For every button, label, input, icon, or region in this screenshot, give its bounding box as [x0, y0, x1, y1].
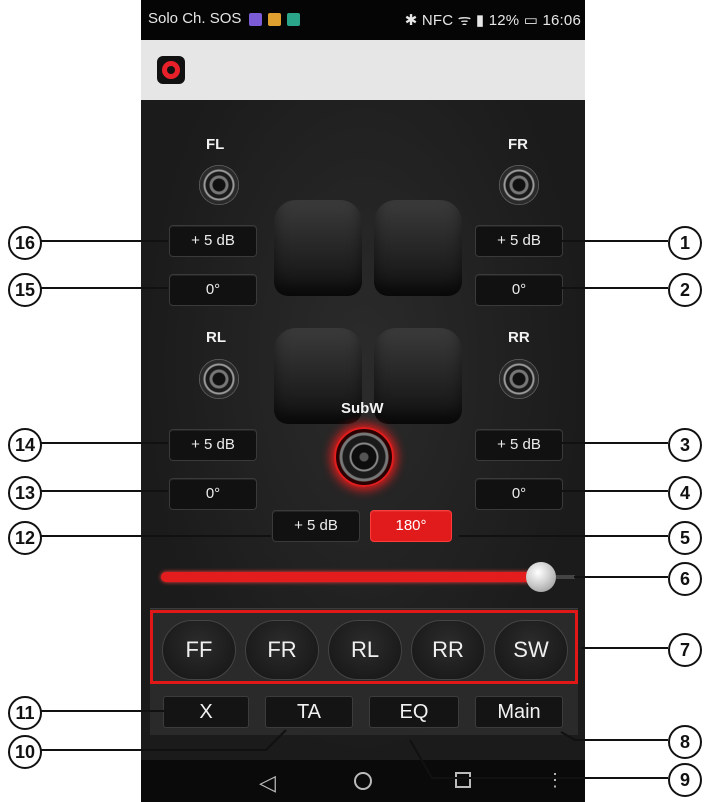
callout-5: 5	[668, 521, 702, 555]
callout-lines	[38, 240, 668, 779]
callout-14: 14	[8, 428, 42, 462]
callout-7: 7	[668, 633, 702, 667]
callout-2: 2	[668, 273, 702, 307]
callout-12: 12	[8, 521, 42, 555]
callout-11: 11	[8, 696, 42, 730]
callout-13: 13	[8, 476, 42, 510]
callout-3: 3	[668, 428, 702, 462]
callout-9: 9	[668, 763, 702, 797]
callout-16: 16	[8, 226, 42, 260]
callout-15: 15	[8, 273, 42, 307]
callout-4: 4	[668, 476, 702, 510]
callout-8: 8	[668, 725, 702, 759]
callout-6: 6	[668, 562, 702, 596]
callout-10: 10	[8, 735, 42, 769]
callout-1: 1	[668, 226, 702, 260]
